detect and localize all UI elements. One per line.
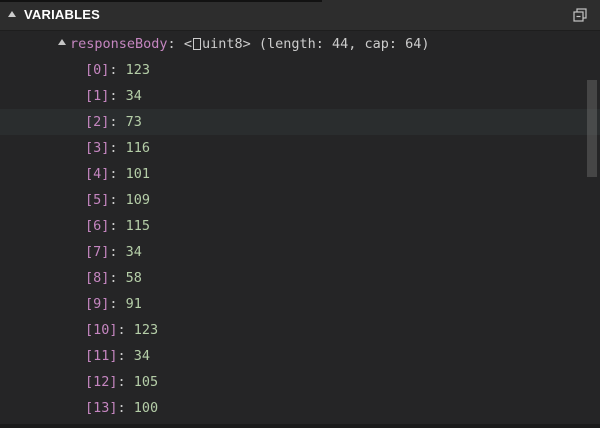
item-value: 115 [125, 218, 151, 234]
item-index: [3] [85, 140, 110, 156]
item-colon: : [109, 62, 118, 78]
variable-colon: : [167, 36, 176, 52]
item-label: [13]: 100 [85, 395, 158, 421]
item-value: 123 [125, 62, 151, 78]
item-index: [10] [85, 322, 118, 338]
collapse-all-icon[interactable] [572, 7, 588, 23]
item-value: 100 [133, 400, 159, 416]
tree-row-item[interactable]: [2]: 73 [0, 109, 600, 135]
chevron-down-icon[interactable] [8, 11, 16, 17]
item-index: [6] [85, 218, 110, 234]
variables-tree: responseBody: < uint8> (length: 44, cap: … [0, 31, 600, 428]
item-colon: : [117, 322, 126, 338]
tree-row-item[interactable]: [9]: 91 [0, 291, 600, 317]
item-colon: : [109, 296, 118, 312]
tree-row-item[interactable]: [8]: 58 [0, 265, 600, 291]
tree-row-item[interactable]: [11]: 34 [0, 343, 600, 369]
item-index: [12] [85, 374, 118, 390]
item-label: [10]: 123 [85, 317, 158, 343]
item-value: 123 [133, 322, 159, 338]
type-suffix: uint8> (length: 44, cap: 64) [201, 36, 430, 52]
panel-header[interactable]: VARIABLES [0, 0, 600, 31]
tree-row-item[interactable]: [12]: 105 [0, 369, 600, 395]
item-colon: : [109, 244, 118, 260]
item-label: [0]: 123 [85, 57, 150, 83]
tree-row-item[interactable]: [0]: 123 [0, 57, 600, 83]
item-label: [5]: 109 [85, 187, 150, 213]
scrollbar-thumb[interactable] [587, 80, 597, 177]
item-label: [6]: 115 [85, 213, 150, 239]
item-colon: : [109, 270, 118, 286]
item-index: [11] [85, 348, 118, 364]
item-colon: : [109, 192, 118, 208]
item-colon: : [109, 114, 118, 130]
item-index: [0] [85, 62, 110, 78]
item-value: 116 [125, 140, 151, 156]
item-colon: : [109, 166, 118, 182]
tree-row-item[interactable]: [10]: 123 [0, 317, 600, 343]
twistie-expanded-icon[interactable] [58, 39, 66, 45]
type-prefix: < [183, 36, 192, 52]
tree-row-item[interactable]: [6]: 115 [0, 213, 600, 239]
item-value: 34 [125, 88, 142, 104]
item-index: [4] [85, 166, 110, 182]
item-index: [1] [85, 88, 110, 104]
item-index: [7] [85, 244, 110, 260]
item-colon: : [117, 400, 126, 416]
item-label: [3]: 116 [85, 135, 150, 161]
item-value: 34 [133, 348, 151, 364]
variable-name: responseBody [70, 36, 168, 52]
tree-row-item[interactable]: [3]: 116 [0, 135, 600, 161]
header-divider [0, 0, 322, 2]
item-index: [9] [85, 296, 110, 312]
item-colon: : [117, 374, 126, 390]
tree-row-item[interactable]: [1]: 34 [0, 83, 600, 109]
item-value: 73 [125, 114, 142, 130]
item-value: 109 [125, 192, 151, 208]
item-colon: : [117, 348, 126, 364]
item-index: [2] [85, 114, 110, 130]
item-label: [9]: 91 [85, 291, 142, 317]
tree-row-responsebody[interactable]: responseBody: < uint8> (length: 44, cap: … [0, 31, 600, 57]
item-label: [7]: 34 [85, 239, 142, 265]
item-value: 58 [125, 270, 142, 286]
tree-row-item[interactable]: [5]: 109 [0, 187, 600, 213]
item-index: [8] [85, 270, 110, 286]
item-value: 105 [133, 374, 159, 390]
tree-row-item[interactable]: [4]: 101 [0, 161, 600, 187]
tree-row-item[interactable]: [13]: 100 [0, 395, 600, 421]
item-value: 91 [125, 296, 142, 312]
item-label: [4]: 101 [85, 161, 150, 187]
item-label: [12]: 105 [85, 369, 158, 395]
item-label: [2]: 73 [85, 109, 142, 135]
item-index: [13] [85, 400, 118, 416]
variable-label: responseBody: < uint8> (length: 44, cap: … [70, 31, 430, 57]
item-value: 101 [125, 166, 151, 182]
item-label: [8]: 58 [85, 265, 142, 291]
item-colon: : [109, 218, 118, 234]
panel-title: VARIABLES [24, 7, 100, 22]
unknown-glyph-icon [192, 38, 201, 50]
item-value: 34 [125, 244, 142, 260]
item-colon: : [109, 140, 118, 156]
tree-row-item[interactable]: [7]: 34 [0, 239, 600, 265]
item-index: [5] [85, 192, 110, 208]
item-label: [1]: 34 [85, 83, 142, 109]
variables-panel: VARIABLES responseBody: < uint8> (length:… [0, 0, 600, 428]
variable-type: < uint8> (length: 44, cap: 64) [184, 36, 430, 52]
panel-bottom-border [0, 424, 600, 428]
item-colon: : [109, 88, 118, 104]
item-label: [11]: 34 [85, 343, 150, 369]
